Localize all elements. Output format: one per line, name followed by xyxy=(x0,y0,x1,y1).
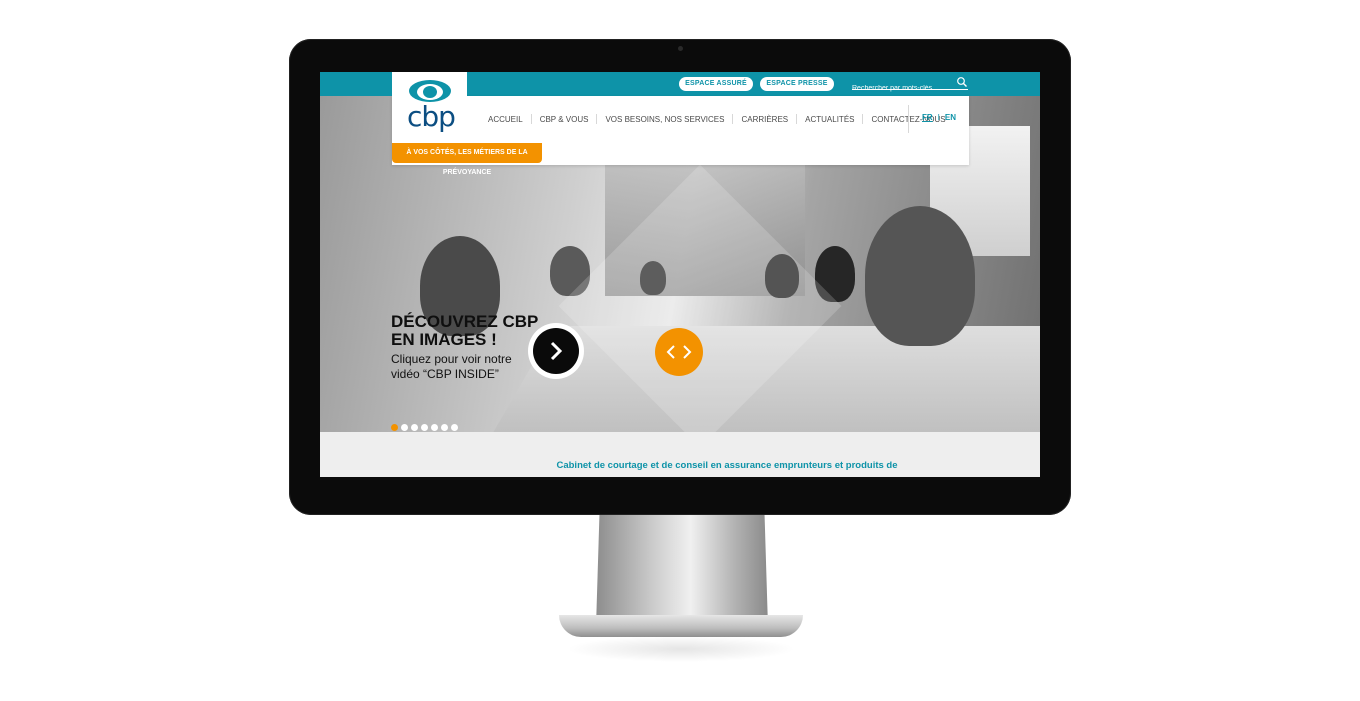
company-description: Cabinet de courtage et de conseil en ass… xyxy=(556,460,898,471)
search-input[interactable] xyxy=(852,85,956,92)
search-box[interactable] xyxy=(852,76,968,92)
content-section: Cabinet de courtage et de conseil en ass… xyxy=(320,432,1040,477)
slider-dot[interactable] xyxy=(421,424,428,431)
slider-dot[interactable] xyxy=(431,424,438,431)
search-icon[interactable] xyxy=(956,76,968,88)
language-switcher: FR I EN xyxy=(908,105,956,133)
slider-dot[interactable] xyxy=(401,424,408,431)
monitor-shadow xyxy=(566,636,796,662)
play-icon xyxy=(550,341,563,361)
website-screen: ESPACE ASSURÉ ESPACE PRESSE D xyxy=(320,72,1040,477)
tagline-banner: À VOS CÔTÉS, LES MÉTIERS DE LA PRÉVOYANC… xyxy=(392,143,542,176)
espace-presse-button[interactable]: ESPACE PRESSE xyxy=(760,77,834,91)
slider-dots xyxy=(391,424,458,431)
monitor-base xyxy=(559,615,803,637)
lang-separator: I xyxy=(937,113,940,122)
nav-item-carrieres[interactable]: CARRIÈRES xyxy=(733,115,796,124)
lang-fr-link[interactable]: FR xyxy=(922,113,933,125)
espace-assure-button[interactable]: ESPACE ASSURÉ xyxy=(679,77,753,91)
lang-divider xyxy=(908,105,909,133)
nav-item-besoins-services[interactable]: VOS BESOINS, NOS SERVICES xyxy=(597,115,732,124)
logo[interactable]: cbp xyxy=(392,72,467,141)
nav-item-accueil[interactable]: ACCUEIL xyxy=(480,115,531,124)
nav-item-cbp-vous[interactable]: CBP & VOUS xyxy=(532,115,597,124)
camera-dot xyxy=(678,46,683,51)
slider-dot[interactable] xyxy=(441,424,448,431)
nav-menu: ACCUEIL CBP & VOUS VOS BESOINS, NOS SERV… xyxy=(480,113,954,125)
nav-item-actualites[interactable]: ACTUALITÉS xyxy=(797,115,862,124)
slider-dot[interactable] xyxy=(451,424,458,431)
hero-photo-person xyxy=(865,206,975,346)
play-video-button[interactable] xyxy=(528,323,584,379)
monitor-stand xyxy=(596,515,768,627)
monitor-frame: ESPACE ASSURÉ ESPACE PRESSE D xyxy=(289,39,1071,515)
hero-title: DÉCOUVREZ CBP EN IMAGES ! xyxy=(391,312,539,349)
slider-dot[interactable] xyxy=(391,424,398,431)
slider-nav-button[interactable] xyxy=(655,328,703,376)
left-right-arrows-icon xyxy=(666,345,692,359)
slider-dot[interactable] xyxy=(411,424,418,431)
hero-subtitle: Cliquez pour voir notre vidéo “CBP INSID… xyxy=(391,352,512,381)
lang-en-link[interactable]: EN xyxy=(945,113,956,125)
logo-text: cbp xyxy=(407,100,456,133)
